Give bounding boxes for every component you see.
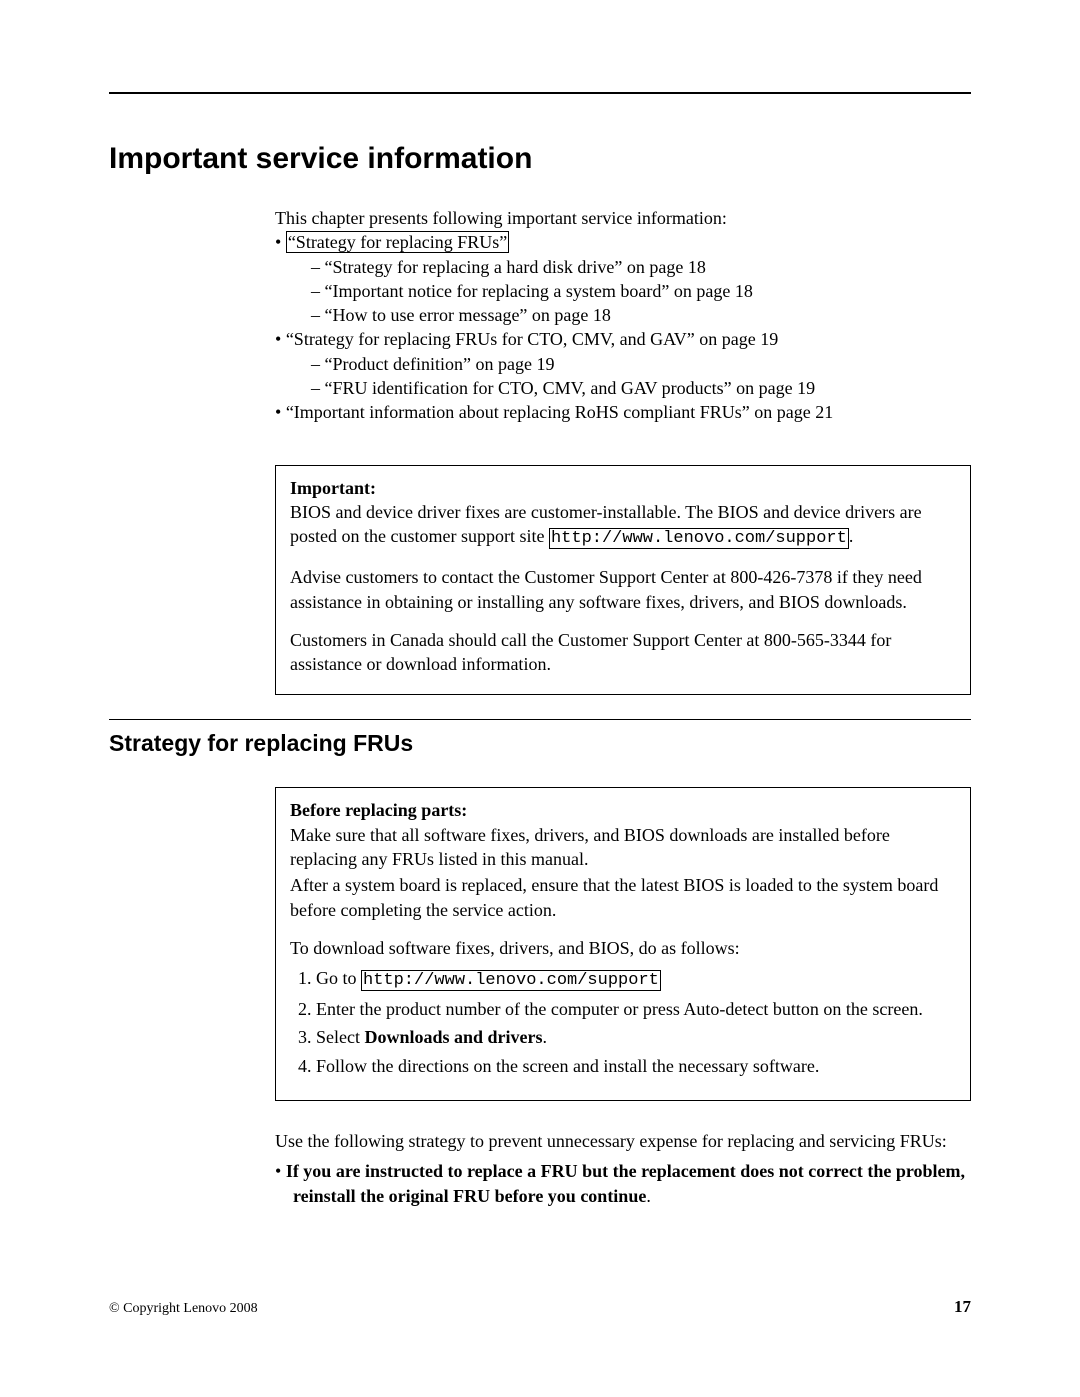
steps-list: Go to http://www.lenovo.com/support Ente… [290,966,956,1078]
document-page: Important service information This chapt… [0,0,1080,1397]
toc-subitem: “Strategy for replacing a hard disk driv… [293,255,971,279]
strategy-intro: Use the following strategy to prevent un… [275,1129,971,1153]
section-heading: Strategy for replacing FRUs [109,730,971,757]
support-link[interactable]: http://www.lenovo.com/support [361,970,661,991]
toc-item: “Strategy for replacing FRUs” “Strategy … [275,230,971,327]
before-parts-callout: Before replacing parts: Make sure that a… [275,787,971,1101]
body-column: Before replacing parts: Make sure that a… [275,787,971,1208]
step-item: Select Downloads and drivers. [316,1025,956,1049]
toc-subitem: “FRU identification for CTO, CMV, and GA… [293,376,971,400]
strategy-item: If you are instructed to replace a FRU b… [275,1159,971,1208]
callout-label: Before replacing parts: [290,800,467,820]
callout-text: Customers in Canada should call the Cust… [290,628,956,677]
callout-text: Advise customers to contact the Customer… [290,565,956,614]
toc-item: “Important information about replacing R… [275,400,971,424]
callout-text: To download software fixes, drivers, and… [290,936,956,960]
step-item: Go to http://www.lenovo.com/support [316,966,956,993]
intro-paragraph: This chapter presents following importan… [275,206,971,230]
step-item: Follow the directions on the screen and … [316,1054,956,1078]
page-title: Important service information [109,142,971,176]
strategy-list: If you are instructed to replace a FRU b… [275,1159,971,1208]
callout-text: After a system board is replaced, ensure… [290,873,956,922]
toc-list: “Strategy for replacing FRUs” “Strategy … [275,230,971,424]
toc-subitem: “Product definition” on page 19 [293,352,971,376]
page-footer: © Copyright Lenovo 2008 17 [109,1297,971,1317]
step-item: Enter the product number of the computer… [316,997,956,1021]
important-callout: Important: BIOS and device driver fixes … [275,465,971,696]
callout-text: Make sure that all software fixes, drive… [290,825,890,869]
toc-link[interactable]: “Strategy for replacing FRUs” [286,231,509,253]
callout-label: Important: [290,478,376,498]
top-rule [109,92,971,94]
section-rule [109,719,971,720]
toc-subitem: “Important notice for replacing a system… [293,279,971,303]
page-number: 17 [954,1297,971,1317]
support-link[interactable]: http://www.lenovo.com/support [549,528,849,549]
body-column: This chapter presents following importan… [275,206,971,695]
toc-subitem: “How to use error message” on page 18 [293,303,971,327]
toc-item: “Strategy for replacing FRUs for CTO, CM… [275,327,971,400]
copyright-text: © Copyright Lenovo 2008 [109,1301,258,1317]
